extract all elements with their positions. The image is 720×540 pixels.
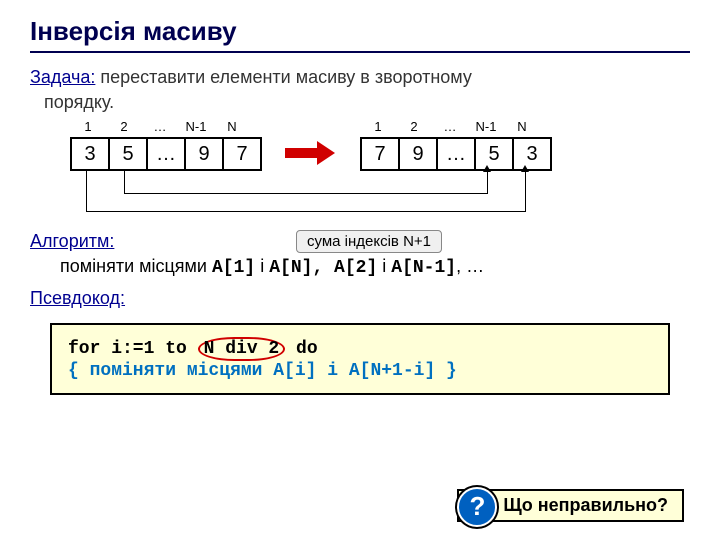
highlight-oval: N div 2: [198, 337, 286, 361]
code: A[2]: [334, 258, 377, 278]
cell: …: [148, 139, 186, 169]
idx: N-1: [178, 119, 214, 134]
task-text-2: порядку.: [44, 92, 690, 113]
cell: 7: [224, 139, 260, 169]
idx: N-1: [468, 119, 504, 134]
idx: 2: [106, 119, 142, 134]
array-diagram: 1 2 … N-1 N 3 5 … 9 7 1 2 … N-1 N 7 9 … …: [70, 119, 690, 229]
cell: 5: [110, 139, 148, 169]
swap-connector-inner: [124, 171, 488, 194]
cell: 3: [72, 139, 110, 169]
pseudocode-box: for i:=1 to N div 2 do { поміняти місцям…: [50, 323, 670, 395]
cell: 7: [362, 139, 400, 169]
arrowhead-icon: [521, 165, 529, 172]
code-line-2: { поміняти місцями A[i] i A[N+1-i] }: [68, 361, 652, 381]
idx: 1: [360, 119, 396, 134]
cell: …: [438, 139, 476, 169]
arrow-icon: [285, 141, 335, 165]
array-left: 3 5 … 9 7: [70, 137, 262, 171]
cell: 3: [514, 139, 550, 169]
question-mark-icon: ?: [457, 487, 497, 527]
t: ,: [312, 258, 334, 278]
indices-right: 1 2 … N-1 N: [360, 119, 540, 134]
note-box: сума індексів N+1: [296, 230, 442, 253]
arrowhead-icon: [483, 165, 491, 172]
cell: 9: [186, 139, 224, 169]
cell: 9: [400, 139, 438, 169]
slide-title: Інверсія масиву: [30, 16, 690, 53]
code-line-1: for i:=1 to N div 2 do: [68, 337, 652, 361]
idx: 1: [70, 119, 106, 134]
task-text-1: переставити елементи масиву в зворотному: [95, 67, 472, 87]
cell: 5: [476, 139, 514, 169]
question-callout: ? Що неправильно?: [457, 489, 684, 522]
kw: do: [285, 339, 317, 359]
task-label: Задача:: [30, 67, 95, 87]
idx: N: [214, 119, 250, 134]
algo-text: сума індексів N+1 поміняти місцями A[1] …: [60, 256, 690, 278]
t: і: [377, 256, 391, 276]
code: A[N-1]: [391, 258, 456, 278]
t: і: [255, 256, 269, 276]
indices-left: 1 2 … N-1 N: [70, 119, 250, 134]
task-line: Задача: переставити елементи масиву в зв…: [30, 67, 690, 88]
code: A[N]: [269, 258, 312, 278]
idx: …: [432, 119, 468, 134]
code: A[1]: [212, 258, 255, 278]
kw: for i:=1 to: [68, 339, 198, 359]
idx: …: [142, 119, 178, 134]
question-text: Що неправильно?: [503, 495, 668, 515]
t: , …: [456, 256, 484, 276]
idx: 2: [396, 119, 432, 134]
t: поміняти місцями: [60, 256, 212, 276]
pseudo-label: Псевдокод:: [30, 288, 690, 309]
idx: N: [504, 119, 540, 134]
